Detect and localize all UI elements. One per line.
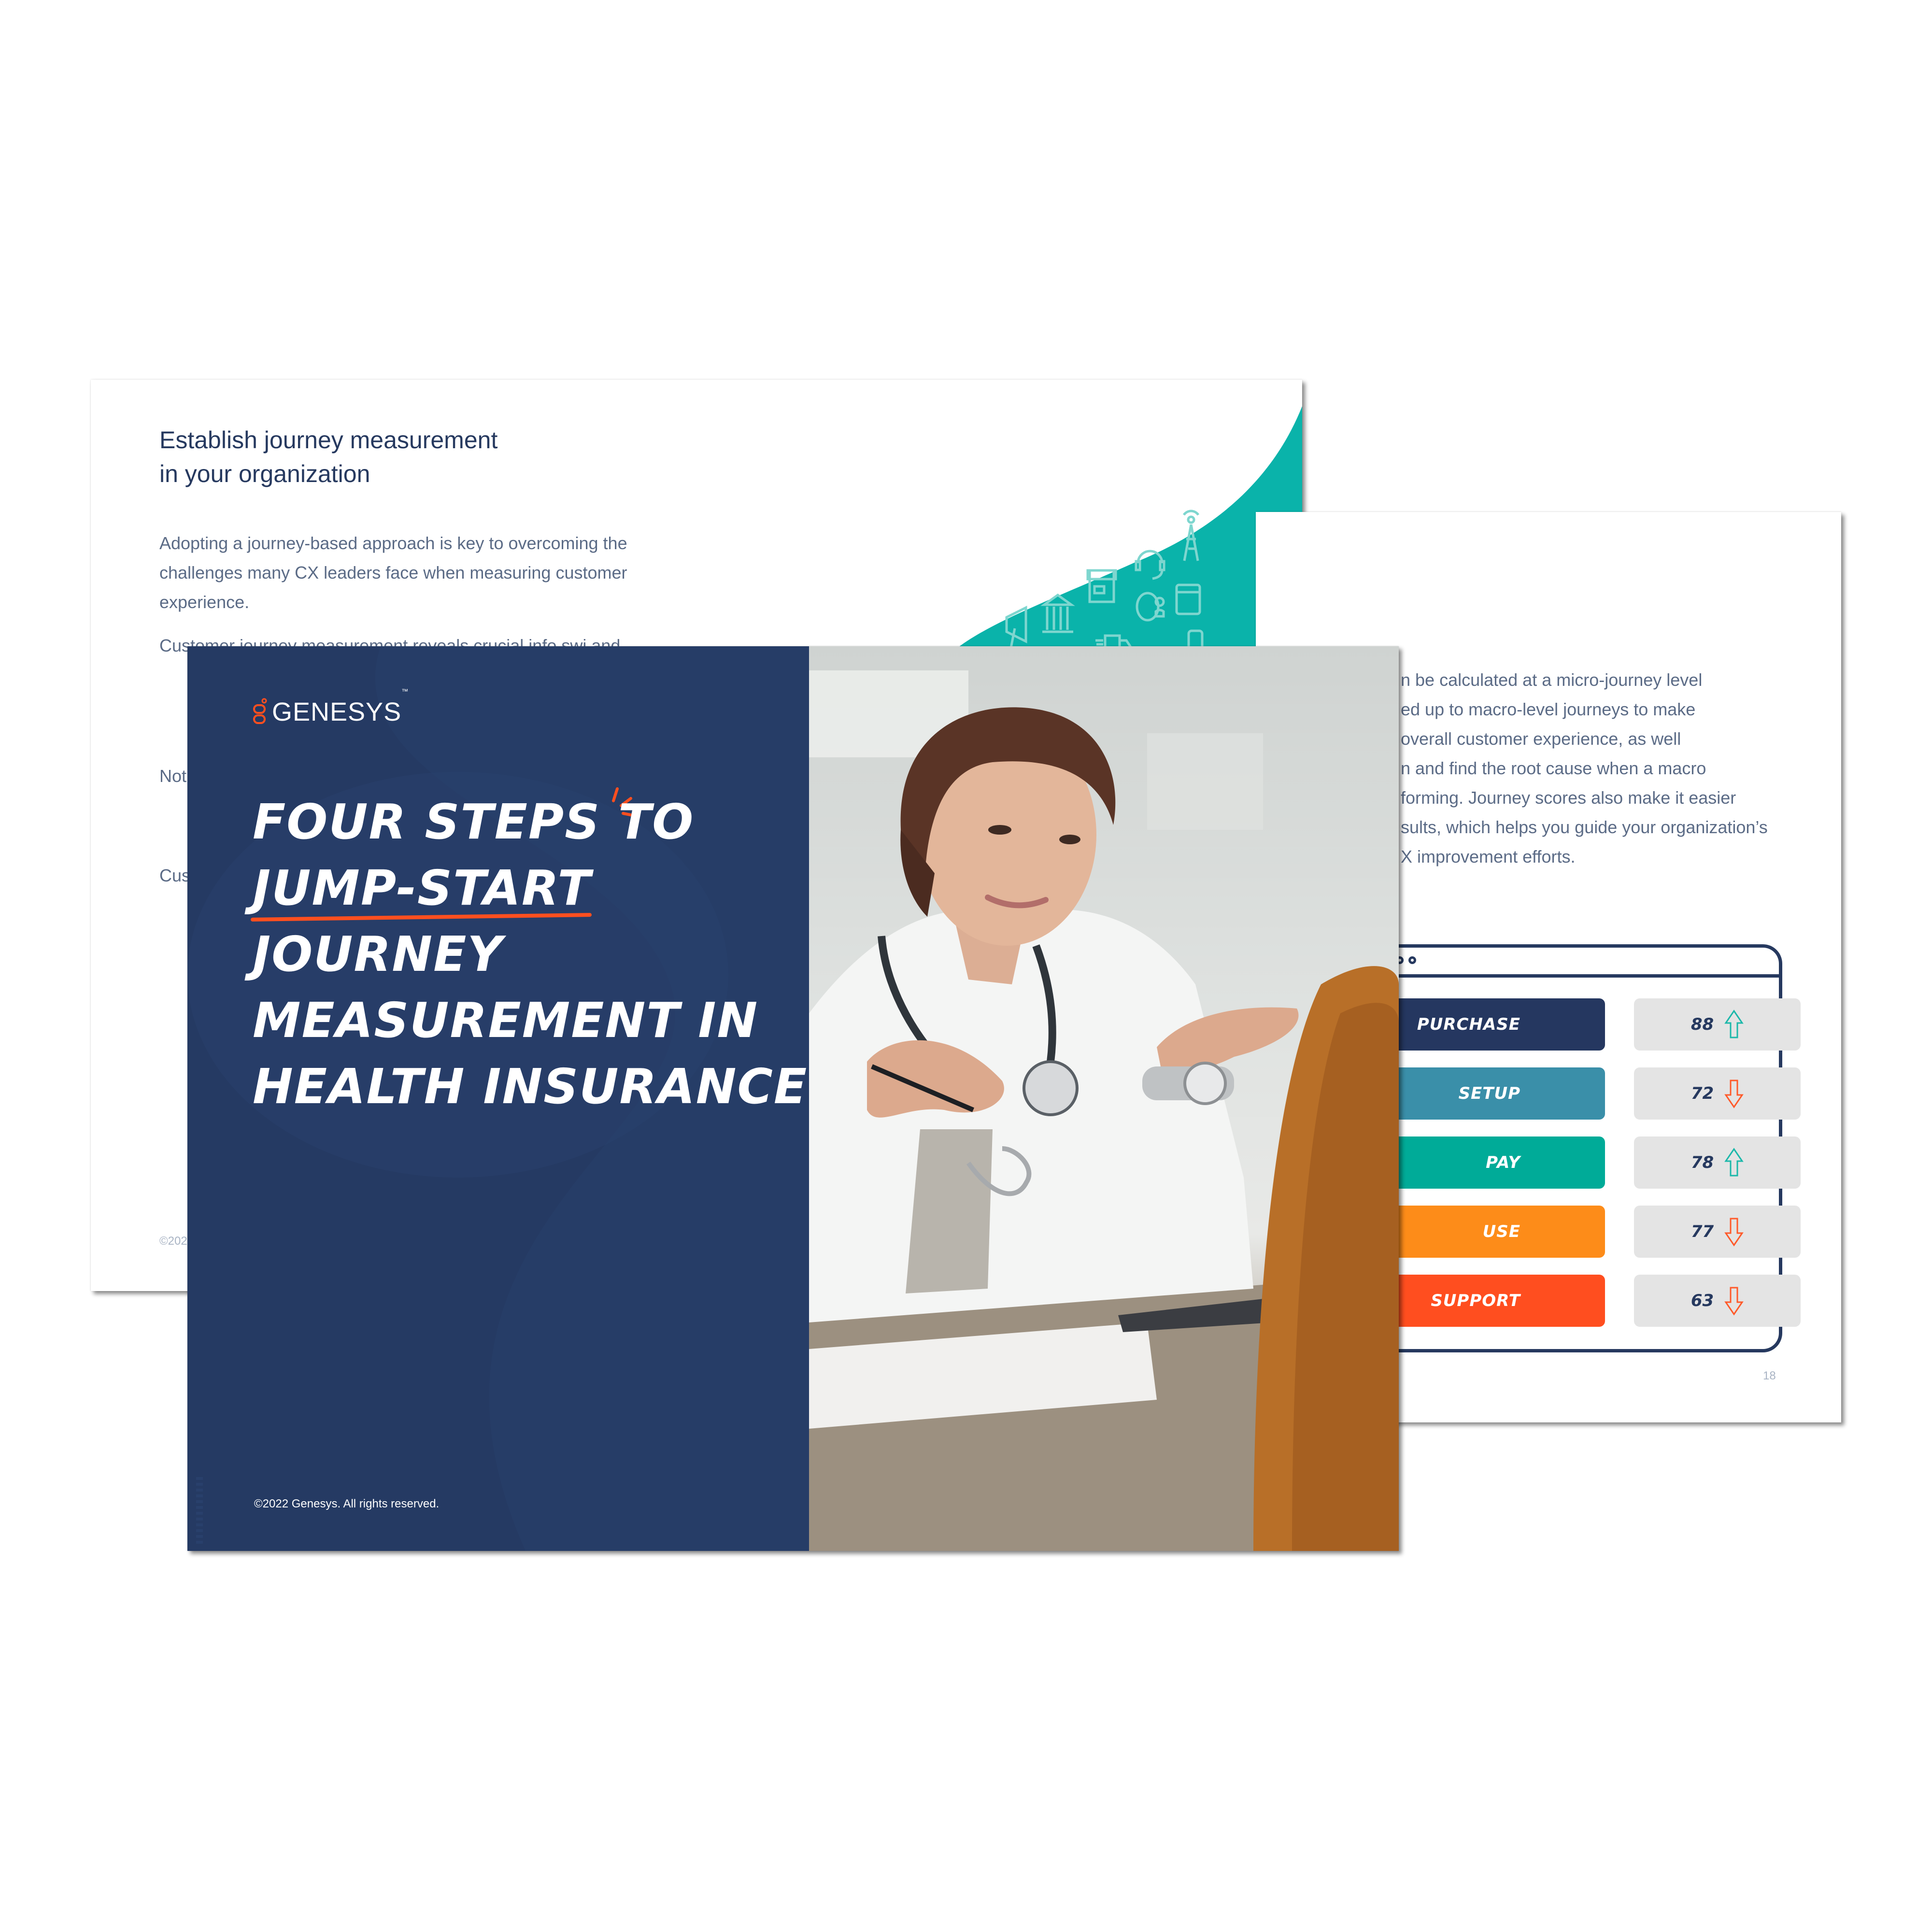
arrow-up-icon xyxy=(1724,1148,1744,1177)
cover-page: GENESYS™ Four steps to Jump-start journe… xyxy=(187,646,1399,1551)
journey-score-box: 72 xyxy=(1634,1067,1801,1120)
cover-copyright: ©2022 Genesys. All rights reserved. xyxy=(254,1497,440,1510)
genesys-logo-icon xyxy=(253,698,267,724)
cover-title: Four steps to Jump-start journey measure… xyxy=(253,794,808,1115)
journey-score-box: 63 xyxy=(1634,1275,1801,1327)
arrow-up-icon xyxy=(1724,1009,1744,1038)
highlighted-word: Jump-start xyxy=(253,855,592,921)
journey-score-box: 88 xyxy=(1634,998,1801,1051)
page-footer: ©202 xyxy=(159,1235,187,1248)
section-heading: Establish journey measurement in your or… xyxy=(159,426,498,487)
window-controls xyxy=(1396,956,1416,964)
vertical-doc-code xyxy=(196,1477,203,1545)
journey-score-box: 77 xyxy=(1634,1206,1801,1258)
brand-wordmark: GENESYS™ xyxy=(272,687,409,726)
journey-score-value: 78 xyxy=(1690,1153,1714,1172)
page-number: 18 xyxy=(1763,1369,1776,1382)
journey-score-value: 77 xyxy=(1690,1222,1714,1241)
journey-score-paragraph: n be calculated at a micro-journey level… xyxy=(1401,670,1768,867)
arrow-down-icon xyxy=(1724,1287,1744,1316)
journey-score-value: 72 xyxy=(1690,1084,1714,1103)
cover-photo-doctor xyxy=(809,646,1399,1551)
journey-score-box: 78 xyxy=(1634,1136,1801,1189)
teal-wave-graphic xyxy=(935,406,1302,669)
genesys-logo: GENESYS™ xyxy=(253,687,409,727)
journey-score-value: 88 xyxy=(1690,1015,1714,1034)
window-dot-icon xyxy=(1408,956,1416,964)
journey-score-value: 63 xyxy=(1690,1291,1714,1310)
arrow-down-icon xyxy=(1724,1218,1744,1247)
arrow-down-icon xyxy=(1724,1080,1744,1108)
paragraph: Adopting a journey-based approach is key… xyxy=(159,533,627,612)
